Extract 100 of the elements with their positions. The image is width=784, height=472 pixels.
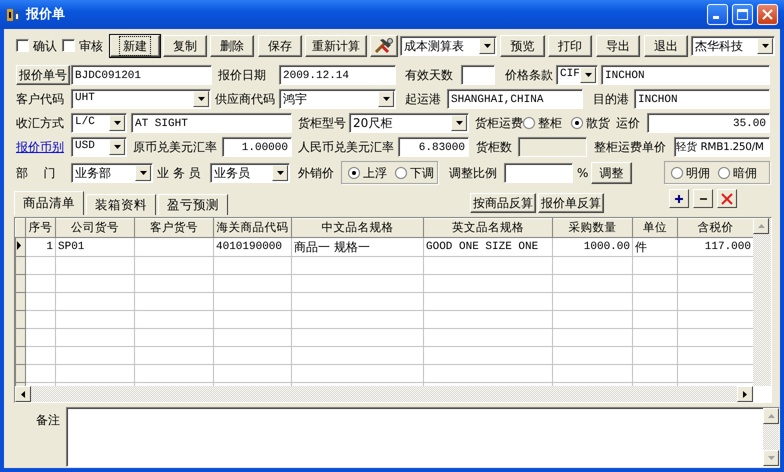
button[interactable]: 预览 [500, 34, 545, 56]
button[interactable]: 新建 [110, 34, 160, 56]
vertical-scrollbar[interactable] [763, 408, 779, 466]
up-arrow-icon [768, 414, 774, 418]
input-field[interactable]: AT SIGHT [131, 112, 292, 132]
button[interactable]: 报价单反算 [538, 193, 604, 213]
column-header[interactable]: 含税价 [678, 218, 753, 238]
field-label: 业 务 员 [157, 164, 202, 182]
tools-button[interactable] [370, 34, 398, 56]
button[interactable]: 保存 [258, 34, 302, 56]
field-label: 货柜型号 [298, 114, 347, 132]
input-field[interactable]: INCHON [601, 64, 770, 84]
checkbox[interactable] [16, 39, 29, 52]
button[interactable]: 复制 [163, 34, 207, 56]
radio-option[interactable]: 整柜 [523, 114, 568, 132]
column-header[interactable]: 公司货号 [56, 218, 134, 238]
column-header[interactable]: 中文品名规格 [292, 218, 424, 238]
horizontal-scrollbar[interactable] [15, 386, 753, 402]
caret-icon [484, 44, 490, 48]
field-label: 备注 [36, 412, 60, 429]
button[interactable]: 打印 [548, 34, 592, 56]
vertical-scrollbar[interactable] [753, 218, 771, 386]
plus-icon [675, 194, 683, 204]
delete-button[interactable] [717, 189, 737, 208]
input-field[interactable]: 轻货 RMB1.250/M [674, 136, 770, 156]
radio-option[interactable]: 上浮 [348, 164, 387, 182]
input-field[interactable] [461, 64, 495, 84]
cross-icon [721, 192, 733, 204]
field-label: 外销价 [298, 164, 335, 182]
field-label: 客户代码 [16, 90, 65, 108]
maximize-button[interactable] [732, 4, 753, 25]
dropdown[interactable]: 成本测算表 [400, 36, 497, 56]
caret-icon [382, 96, 390, 100]
field-label: 整柜运费单价 [594, 138, 667, 156]
tools-icon [374, 38, 394, 54]
button[interactable]: 退出 [644, 34, 688, 56]
close-button[interactable] [757, 4, 778, 25]
column-header[interactable]: 英文品名规格 [424, 218, 552, 238]
caret-icon [114, 144, 120, 148]
checkbox-label: 确认 [33, 38, 57, 54]
button[interactable]: 报价单号 [16, 64, 70, 84]
checkbox-label: 审核 [79, 38, 103, 54]
input-field[interactable]: 35.00 [647, 112, 770, 132]
column-header[interactable]: 客户货号 [134, 218, 214, 238]
table-cell: GOOD ONE SIZE ONE [424, 238, 552, 256]
table-cell: 件 [632, 238, 678, 256]
add-button[interactable] [669, 189, 689, 208]
input-field[interactable]: 1.00000 [222, 136, 292, 156]
input-field[interactable] [504, 162, 573, 182]
dropdown[interactable]: 业务员 [210, 162, 290, 182]
column-header[interactable]: 采购数量 [552, 218, 632, 238]
radio-option[interactable]: 明佣 [671, 164, 710, 182]
down-arrow-icon [768, 456, 774, 460]
field-label: 货柜运费 [475, 114, 524, 132]
dropdown[interactable]: 业务部 [71, 162, 153, 182]
dropdown[interactable]: CIF [556, 64, 598, 84]
radio-option[interactable]: 下调 [395, 164, 434, 182]
column-header[interactable]: 单位 [632, 218, 678, 238]
tab[interactable]: 盈亏预测 [158, 194, 228, 215]
input-field[interactable]: INCHON [634, 88, 770, 108]
dropdown[interactable]: L/C [71, 112, 127, 132]
field-label: 原币兑美元汇率 [133, 138, 218, 156]
input-field[interactable]: BJDC091201 [71, 64, 212, 84]
field-label: 运价 [616, 114, 641, 132]
table-cell: 商品一 规格一 [292, 238, 424, 256]
dropdown[interactable]: UHT [71, 88, 211, 108]
input-field[interactable]: SHANGHAI,CHINA [447, 88, 583, 108]
radio-option[interactable]: 暗佣 [718, 164, 757, 182]
table-cell: 1 [26, 238, 56, 256]
dropdown[interactable]: 鸿宇 [279, 88, 396, 108]
link[interactable]: 报价币别 [16, 138, 68, 156]
dropdown[interactable]: 20尺柜 [349, 112, 469, 132]
field-label: 供应商代码 [215, 90, 276, 108]
button[interactable]: 删除 [210, 34, 254, 56]
maximize-icon [737, 9, 748, 20]
field-label: 起运港 [405, 90, 442, 108]
dropdown[interactable]: 杰华科技 [691, 36, 775, 56]
field-label: 价格条款 [505, 66, 554, 84]
remove-button[interactable] [693, 189, 713, 208]
button[interactable]: 调整 [591, 162, 632, 184]
remarks-field[interactable] [66, 407, 780, 467]
input-field[interactable]: 2009.12.14 [279, 64, 396, 84]
radio-option[interactable]: 散货 [571, 114, 615, 132]
tab[interactable]: 装箱资料 [86, 194, 156, 215]
input-field[interactable]: 6.83000 [398, 136, 469, 156]
button[interactable]: 重新计算 [305, 34, 367, 56]
column-header[interactable]: 序号 [26, 218, 56, 238]
checkbox[interactable] [62, 39, 75, 52]
column-header[interactable]: 海关商品代码 [214, 218, 292, 238]
left-arrow-icon [21, 390, 25, 398]
field-label: 目的港 [593, 90, 630, 108]
caret-icon [198, 96, 204, 100]
button[interactable]: 按商品反算 [470, 193, 536, 213]
field-label: 调整比例 [449, 164, 498, 182]
right-arrow-icon [743, 390, 747, 398]
dropdown[interactable]: USD [71, 136, 127, 156]
tab[interactable]: 商品清单 [14, 191, 84, 215]
minimize-button[interactable] [707, 4, 728, 25]
caret-icon [140, 170, 146, 174]
button[interactable]: 导出 [596, 34, 640, 56]
